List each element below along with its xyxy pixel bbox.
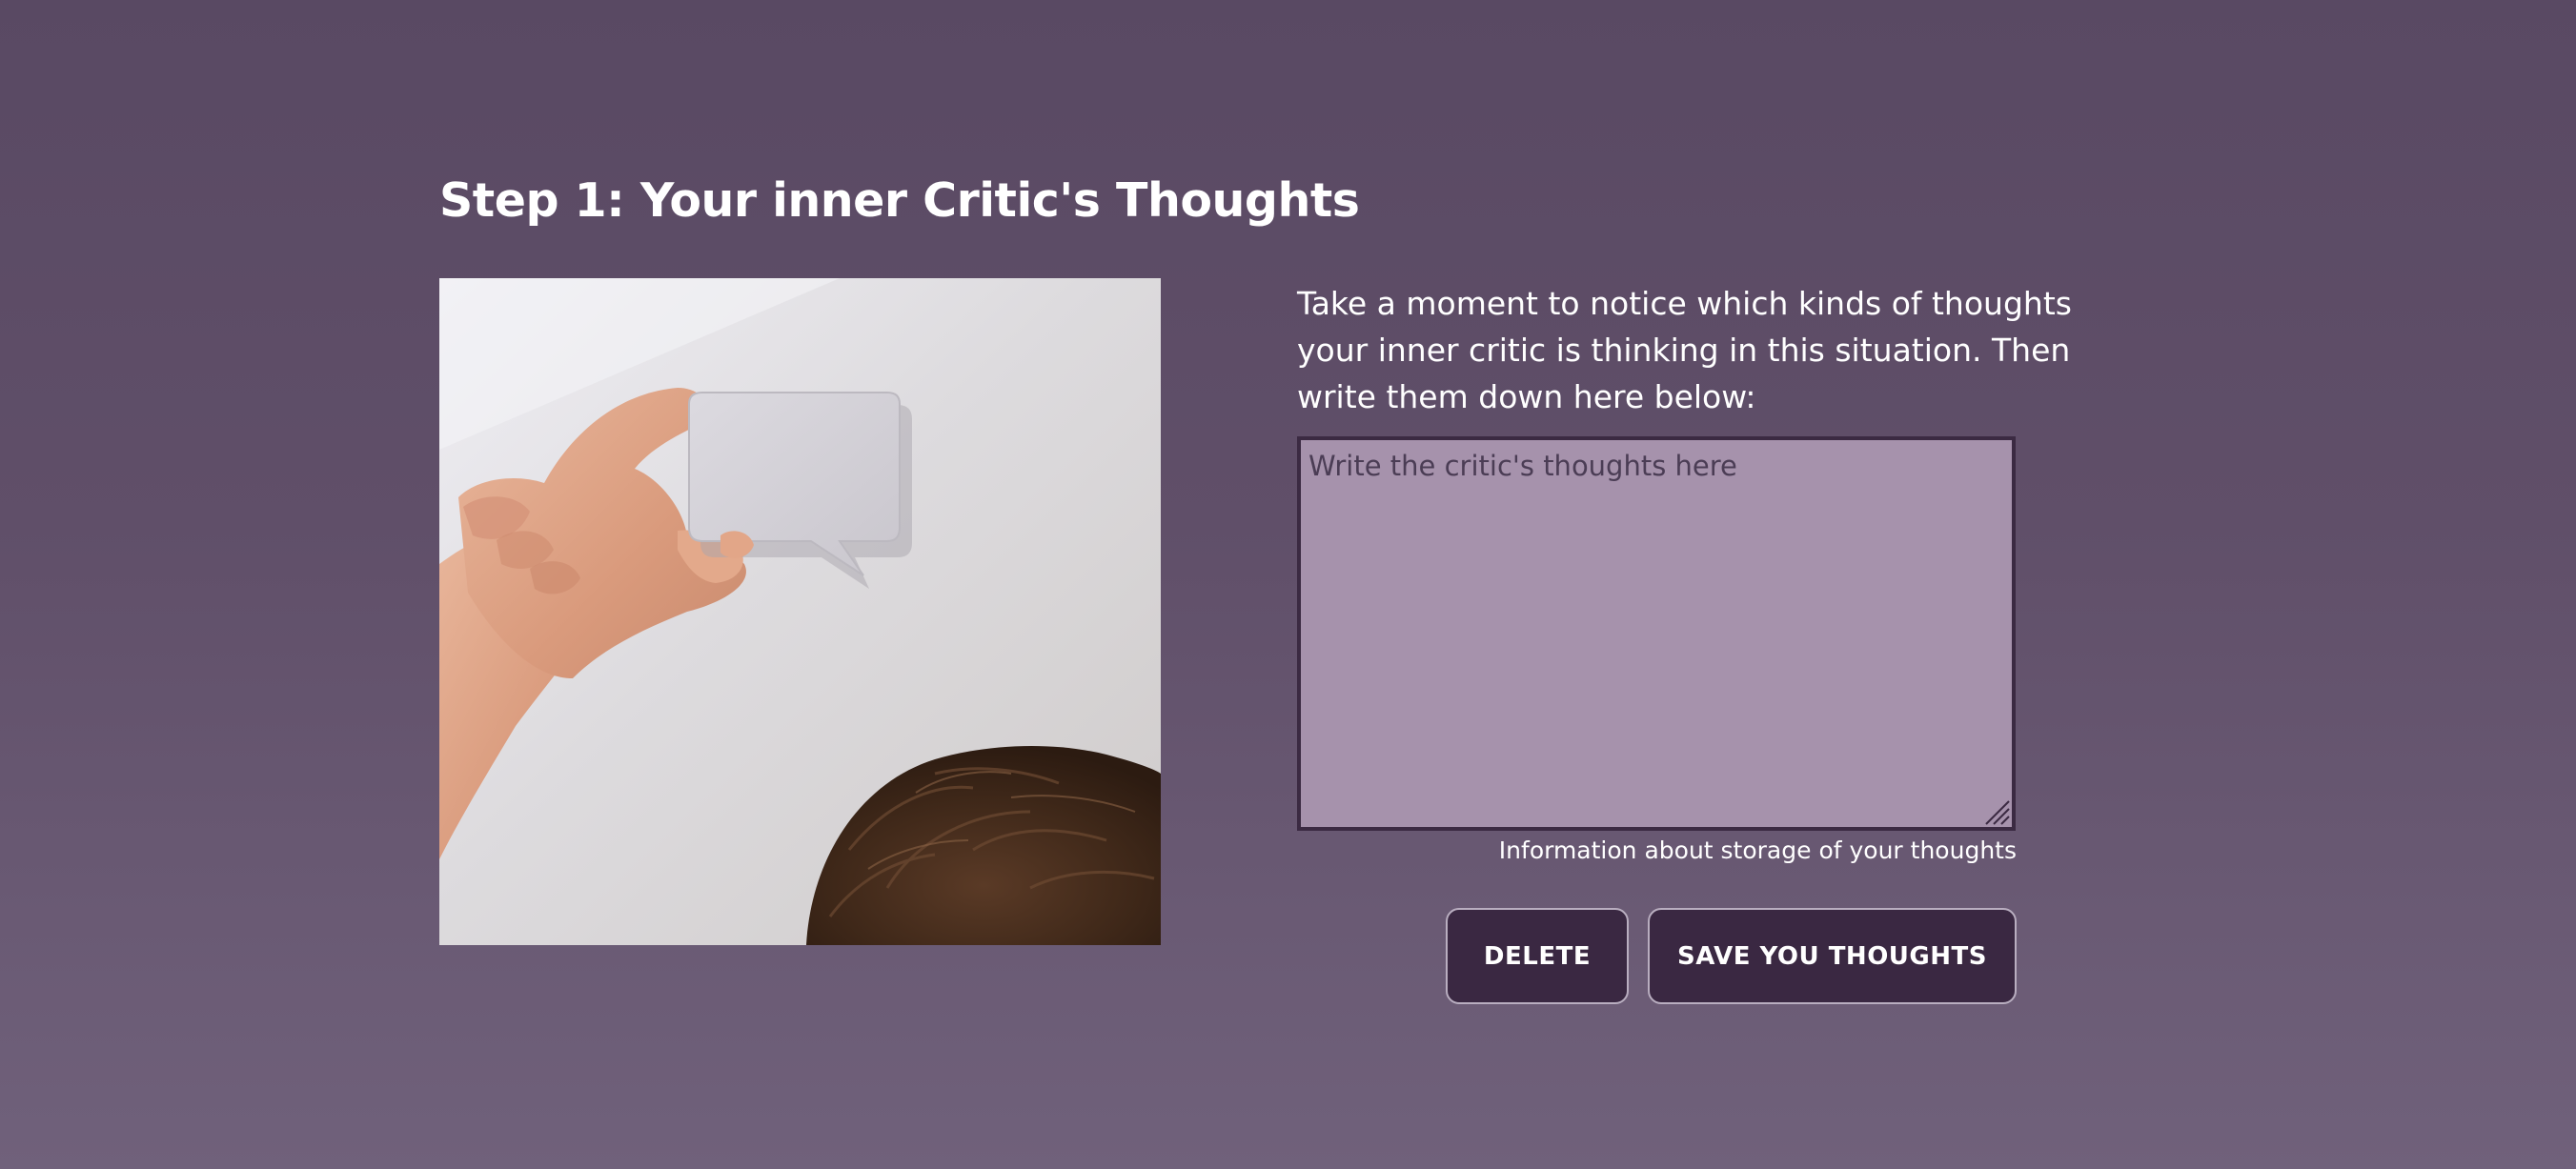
delete-button[interactable]: DELETE: [1446, 908, 1629, 1004]
thoughts-textarea[interactable]: [1297, 436, 2016, 831]
save-thoughts-button[interactable]: SAVE YOU THOUGHTS: [1648, 908, 2017, 1004]
thoughts-field-container: [1297, 436, 2016, 831]
resize-handle-icon[interactable]: [1983, 798, 2010, 825]
speech-bubble-photo: [439, 278, 1161, 945]
intro-text: Take a moment to notice which kinds of t…: [1297, 285, 2072, 415]
storage-info-link[interactable]: Information about storage of your though…: [1499, 836, 2017, 864]
page-title: Step 1: Your inner Critic's Thoughts: [439, 173, 1360, 228]
